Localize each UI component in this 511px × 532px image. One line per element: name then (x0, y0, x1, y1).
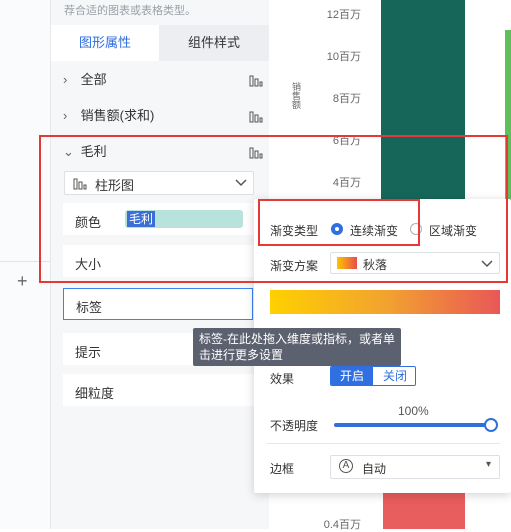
row-sales[interactable]: › 销售额(求和) (63, 102, 263, 130)
gradient-preview-bar (270, 290, 500, 314)
border-label: 边框 (270, 462, 295, 476)
caret-down-icon: ▾ (485, 459, 491, 470)
chevron-right-icon: › (63, 108, 68, 123)
auto-icon: A (339, 459, 353, 473)
row-all[interactable]: › 全部 (63, 66, 263, 94)
chevron-right-icon: › (63, 72, 68, 87)
row-sales-label: 销售额(求和) (80, 108, 155, 123)
effect-label: 效果 (270, 372, 295, 386)
panel-hint: 荐合适的图表或表格类型。 (64, 5, 196, 17)
encoding-tooltip-label: 提示 (75, 345, 102, 360)
effect-toggle[interactable]: 开启 关闭 (330, 366, 416, 386)
y-tick: 8百万 (332, 93, 361, 105)
row-all-label: 全部 (80, 72, 107, 87)
chart-bar[interactable] (383, 490, 465, 529)
annotation-box-gradient-type (258, 199, 420, 246)
popup-divider (266, 443, 500, 444)
y-axis-label: 销售额 (291, 82, 301, 109)
tab-component-style[interactable]: 组件样式 (159, 25, 269, 61)
property-tabs: 图形属性 组件样式 (51, 25, 269, 61)
opacity-slider-handle[interactable] (484, 418, 498, 432)
effect-on-button[interactable]: 开启 (331, 367, 373, 385)
y-tick: 0.4百万 (323, 519, 361, 531)
encoding-label[interactable]: 标签 (63, 288, 253, 320)
encoding-label-label: 标签 (76, 300, 103, 315)
add-icon[interactable]: + (17, 272, 28, 290)
encoding-granularity-label: 细粒度 (75, 386, 115, 401)
border-select[interactable]: A 自动 ▾ (330, 455, 500, 479)
opacity-slider[interactable] (334, 423, 490, 427)
border-value: 自动 (362, 462, 387, 476)
effect-off-button[interactable]: 关闭 (374, 367, 415, 385)
opacity-label: 不透明度 (270, 419, 319, 433)
bar-chart-icon (249, 75, 263, 87)
opacity-value: 100% (398, 404, 429, 418)
tab-graphic-properties[interactable]: 图形属性 (51, 25, 159, 61)
y-tick: 10百万 (326, 51, 361, 63)
y-tick: 12百万 (326, 9, 361, 21)
encoding-granularity[interactable]: 细粒度 (63, 374, 254, 406)
label-tooltip: 标签-在此处拖入维度或指标，或者单击进行更多设置 (193, 328, 401, 366)
bar-chart-icon (249, 111, 263, 123)
